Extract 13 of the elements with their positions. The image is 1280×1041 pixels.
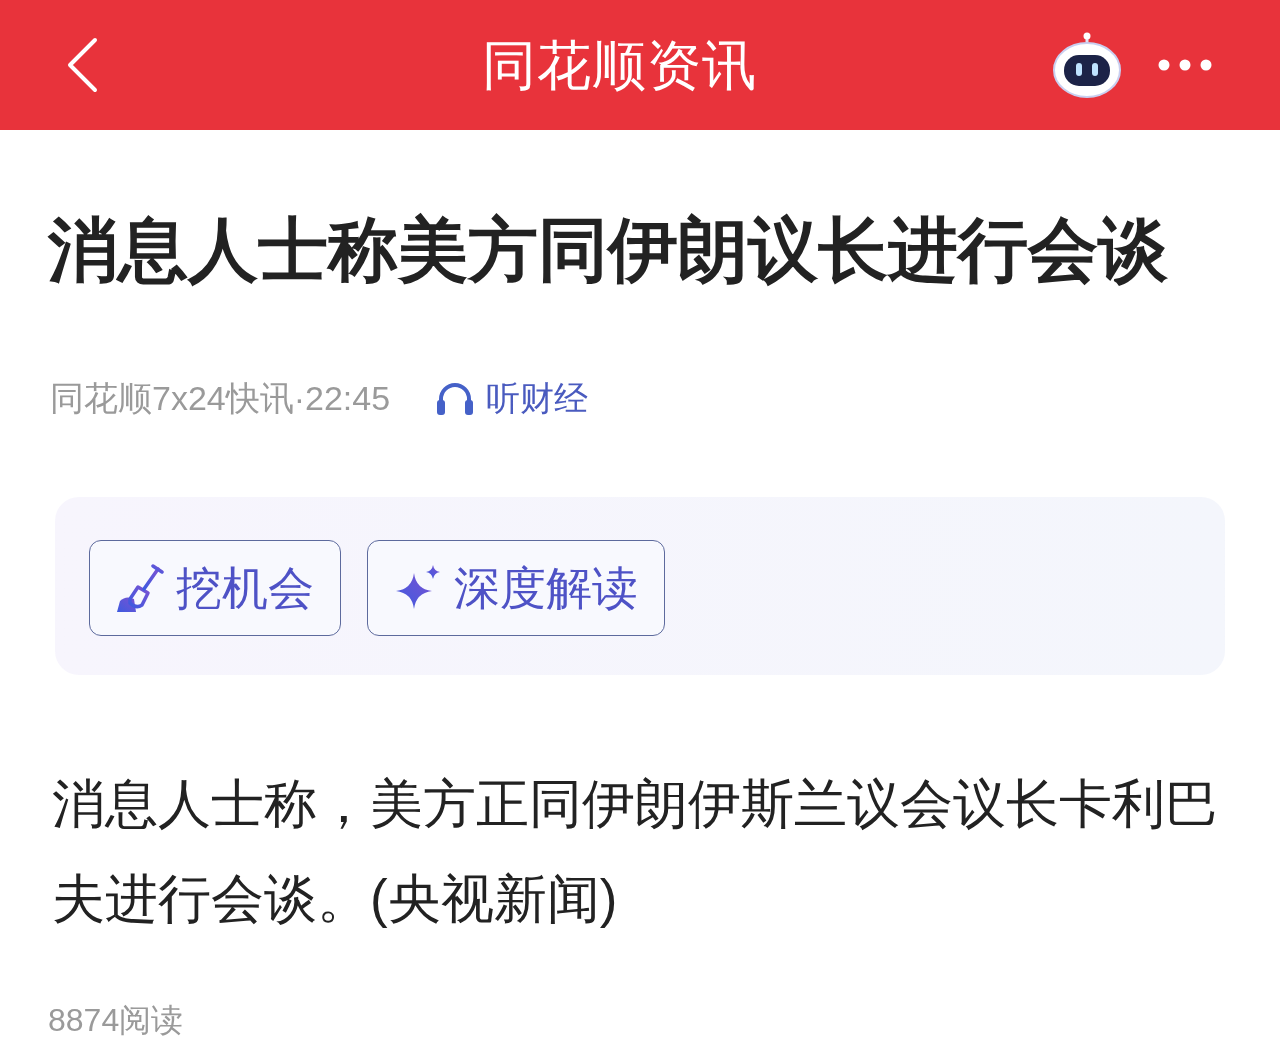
more-icon[interactable] (1158, 59, 1212, 71)
headphone-icon (436, 381, 475, 415)
article-headline: 消息人士称美方同伊朗议长进行会谈 (48, 210, 1169, 291)
article-body: 消息人士称，美方正同伊朗伊斯兰议会议长卡利巴夫进行会谈。(央视新闻) (52, 773, 1219, 930)
dig-opportunity-button[interactable]: 挖机会 (89, 540, 341, 636)
shovel-icon (116, 563, 164, 613)
read-count: 8874阅读 (48, 1002, 184, 1038)
robot-icon[interactable] (1052, 32, 1122, 98)
article-meta: 同花顺7x24快讯·22:45 (50, 378, 391, 419)
listen-link[interactable]: 听财经 (436, 374, 589, 422)
header-title: 同花顺资讯 (481, 34, 757, 97)
back-icon[interactable] (66, 37, 98, 93)
deep-read-button[interactable]: 深度解读 (367, 540, 665, 636)
